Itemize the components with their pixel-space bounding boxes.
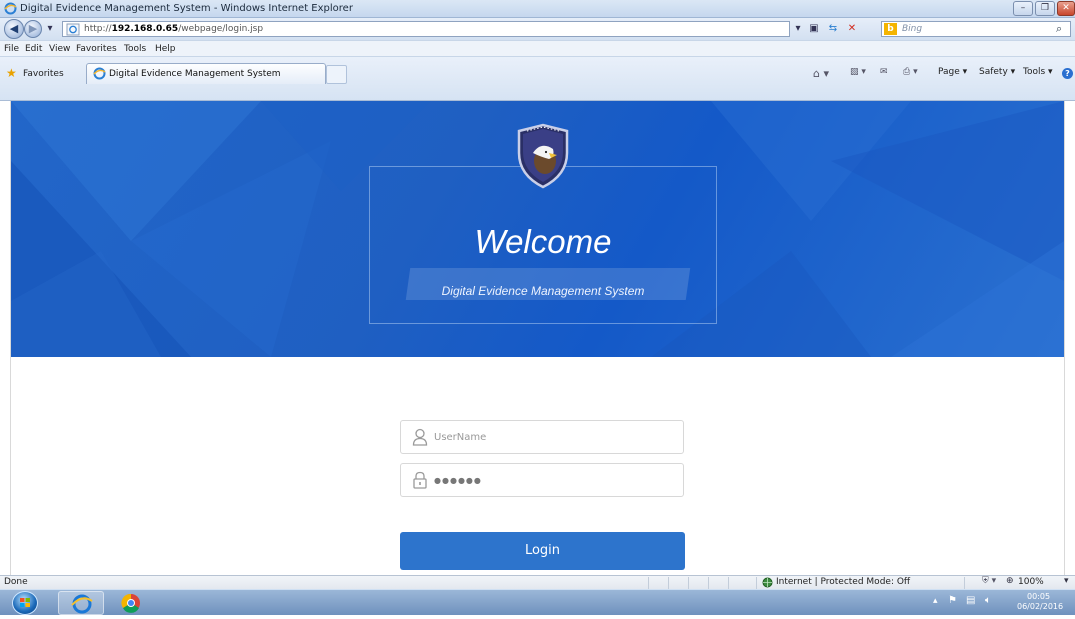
mail-icon: ✉ (880, 67, 888, 77)
forward-icon: ▶ (28, 22, 38, 35)
feeds-button[interactable]: ▧ ▾ (850, 67, 866, 77)
help-icon[interactable]: ? (1062, 68, 1073, 79)
menu-help[interactable]: Help (155, 44, 176, 54)
maximize-button[interactable]: ❐ (1035, 1, 1055, 16)
network-icon[interactable]: ▤ (966, 595, 975, 606)
status-bar: Done Internet | Protected Mode: Off ⛨ ▾ … (0, 575, 1075, 589)
status-separator (708, 577, 709, 589)
address-dropdown[interactable]: ▾ (792, 21, 804, 37)
back-button[interactable]: ◀ (4, 19, 24, 39)
url-path: /webpage/login.jsp (178, 24, 264, 34)
bing-icon: b (884, 23, 897, 35)
menu-tools[interactable]: Tools (124, 44, 146, 54)
rss-feed-icon: ▧ (850, 67, 859, 77)
refresh-icon: ⇆ (828, 23, 838, 34)
close-button[interactable]: ✕ (1057, 1, 1075, 16)
system-subtitle: Digital Evidence Management System (441, 284, 645, 298)
windows-taskbar: ▴ ⚑ ▤ 🔈︎ 00:05 06/02/2016 (0, 589, 1075, 615)
status-text: Done (4, 577, 28, 587)
action-center-icon[interactable]: ⚑ (948, 595, 957, 606)
username-field[interactable] (400, 420, 684, 454)
address-toolbar: ◀ ▶ ▾ http://192.168.0.65/webpage/login.… (0, 18, 1075, 40)
user-icon (412, 428, 428, 449)
eagle-shield-logo (513, 123, 573, 192)
tab-current[interactable]: Digital Evidence Management System (86, 63, 326, 84)
home-icon: ⌂ (813, 67, 820, 80)
internet-explorer-icon (4, 2, 17, 18)
status-separator (964, 577, 965, 589)
print-icon: ⎙ (903, 67, 911, 77)
dropdown-arrow-icon: ▾ (795, 23, 801, 34)
favorites-button[interactable]: Favorites (23, 69, 64, 79)
volume-icon[interactable]: 🔈︎ (985, 595, 991, 606)
new-tab-button[interactable] (326, 65, 347, 84)
home-button[interactable]: ⌂ ▾ (813, 67, 829, 80)
show-hidden-icons-button[interactable]: ▴ (933, 596, 938, 606)
password-input[interactable] (434, 471, 674, 489)
search-placeholder: Bing (902, 24, 923, 34)
username-input[interactable] (434, 428, 674, 446)
zoom-icon: ⊕ (1006, 576, 1014, 586)
search-box[interactable]: b Bing ⌕ (881, 21, 1071, 37)
url-host: 192.168.0.65 (111, 24, 179, 34)
welcome-heading: Welcome (474, 223, 612, 260)
favorites-star-icon: ★ (6, 66, 17, 80)
menu-file[interactable]: File (4, 44, 19, 54)
address-field[interactable]: http://192.168.0.65/webpage/login.jsp (62, 21, 790, 37)
compatibility-view-icon: ▣ (809, 23, 819, 34)
window-title-bar[interactable]: Digital Evidence Management System - Win… (0, 0, 1075, 18)
clock-date[interactable]: 06/02/2016 (1017, 602, 1063, 611)
internet-explorer-icon (93, 67, 106, 83)
refresh-button[interactable]: ⇆ (825, 21, 841, 37)
menu-bar: File Edit View Favorites Tools Help (0, 40, 1075, 57)
dropdown-arrow-icon: ▾ (47, 23, 53, 34)
forward-button[interactable]: ▶ (24, 20, 42, 38)
url-prefix: http:// (84, 24, 112, 34)
minimize-button[interactable]: – (1013, 1, 1033, 16)
windows-logo-icon (20, 598, 30, 607)
search-icon[interactable]: ⌕ (1056, 22, 1062, 36)
tools-menu-button[interactable]: Tools ▾ (1023, 67, 1053, 77)
menu-favorites[interactable]: Favorites (76, 44, 117, 54)
taskbar-chrome[interactable] (108, 591, 154, 615)
internet-explorer-icon (71, 594, 93, 614)
zoom-level[interactable]: 100% (1018, 577, 1044, 587)
status-separator (688, 577, 689, 589)
stop-icon: ✕ (847, 23, 857, 34)
safety-menu-button[interactable]: Safety ▾ (979, 67, 1015, 77)
start-button[interactable] (12, 591, 38, 615)
lock-icon (412, 471, 428, 492)
viewport-right-edge (1064, 101, 1075, 575)
read-mail-button[interactable]: ✉ (880, 67, 888, 77)
welcome-banner: Welcome Digital Evidence Management Syst… (11, 101, 1064, 357)
status-separator (648, 577, 649, 589)
status-separator (756, 577, 757, 589)
security-zone[interactable]: Internet | Protected Mode: Off (776, 577, 910, 587)
menu-edit[interactable]: Edit (25, 44, 42, 54)
page-icon (66, 23, 80, 39)
viewport-left-edge (0, 101, 11, 575)
favorites-bar: ★ Favorites Digital Evidence Management … (0, 57, 1075, 101)
status-separator (728, 577, 729, 589)
back-icon: ◀ (9, 22, 19, 35)
history-dropdown[interactable]: ▾ (44, 21, 56, 37)
window-title: Digital Evidence Management System - Win… (20, 3, 353, 14)
menu-view[interactable]: View (49, 44, 70, 54)
password-field[interactable] (400, 463, 684, 497)
shield-icon: ⛨ (982, 576, 989, 586)
zoom-dropdown[interactable]: ▾ (1064, 576, 1069, 586)
login-button[interactable]: Login (400, 532, 685, 570)
tab-title: Digital Evidence Management System (109, 69, 281, 79)
page-menu-button[interactable]: Page ▾ (938, 67, 967, 77)
taskbar-internet-explorer[interactable] (58, 591, 104, 615)
status-separator (668, 577, 669, 589)
compatibility-view-button[interactable]: ▣ (806, 21, 822, 37)
print-button[interactable]: ⎙ ▾ (903, 67, 918, 77)
clock-time[interactable]: 00:05 (1027, 592, 1050, 601)
stop-button[interactable]: ✕ (844, 21, 860, 37)
pop-up-blocker-button[interactable]: ⛨ ▾ (982, 576, 996, 586)
page-viewport: Welcome Digital Evidence Management Syst… (11, 101, 1064, 575)
chrome-icon (121, 593, 140, 613)
